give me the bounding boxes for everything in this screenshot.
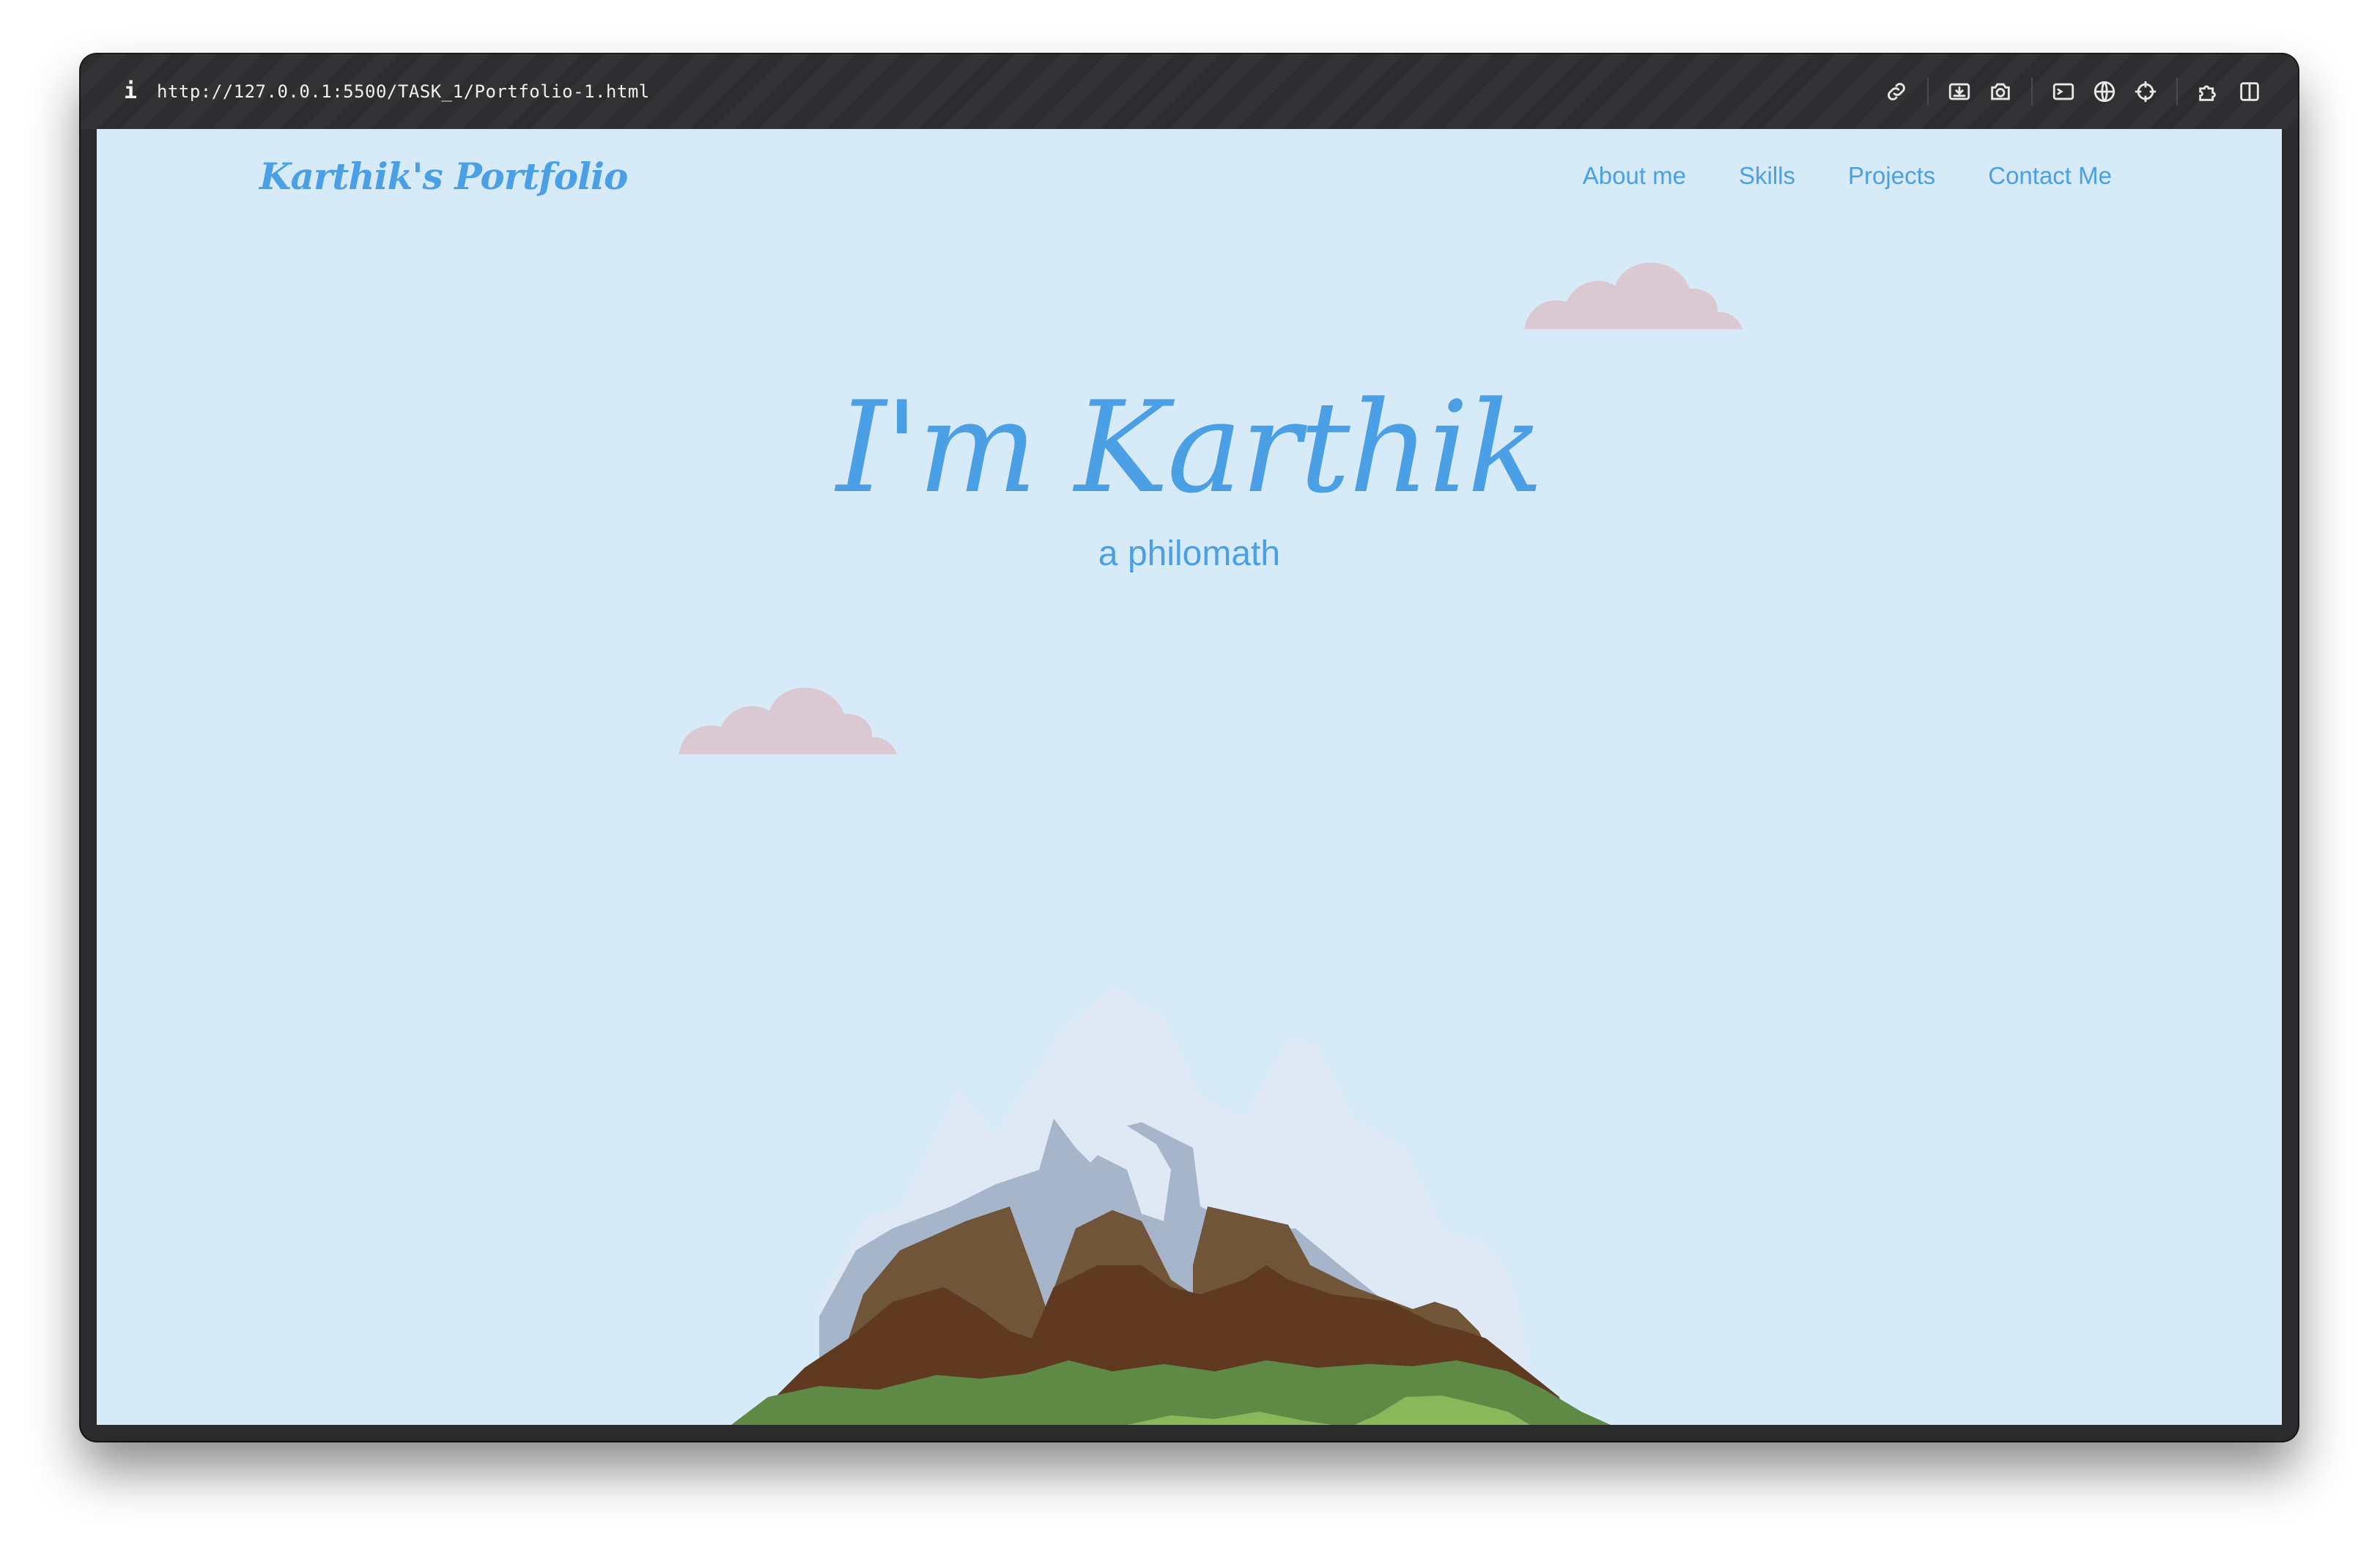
page-viewport: Karthik's Portfolio About me Skills Proj… <box>97 129 2282 1425</box>
cloud-top-right <box>1524 262 1742 329</box>
toolbar-divider <box>2031 78 2033 106</box>
nav-about-me[interactable]: About me <box>1583 158 1686 194</box>
link-icon[interactable] <box>1876 71 1917 112</box>
nav-projects[interactable]: Projects <box>1848 158 1935 194</box>
screenshot-icon[interactable] <box>1939 71 1980 112</box>
crosshair-icon[interactable] <box>2125 71 2166 112</box>
nav-contact-me[interactable]: Contact Me <box>1988 158 2112 194</box>
terminal-icon[interactable] <box>2043 71 2084 112</box>
nav-skills[interactable]: Skills <box>1739 158 1795 194</box>
camera-icon[interactable] <box>1980 71 2021 112</box>
url-bar[interactable]: http://127.0.0.1:5500/TASK_1/Portfolio-1… <box>157 78 650 105</box>
mountain-illustration <box>731 987 1611 1425</box>
cloud-bottom-left <box>679 688 897 754</box>
toolbar-divider <box>2176 78 2178 106</box>
info-icon[interactable]: i <box>122 79 139 104</box>
browser-window: i http://127.0.0.1:5500/TASK_1/Portfolio… <box>81 54 2298 1441</box>
site-nav: About me Skills Projects Contact Me <box>1583 158 2112 194</box>
globe-icon[interactable] <box>2084 71 2125 112</box>
site-brand[interactable]: Karthik's Portfolio <box>259 151 628 202</box>
hero-subtitle: a philomath <box>1098 534 1281 573</box>
sidebar-icon[interactable] <box>2229 71 2270 112</box>
toolbar-divider <box>1927 78 1929 106</box>
extensions-icon[interactable] <box>2188 71 2229 112</box>
toolbar-icons <box>1876 70 2270 113</box>
browser-toolbar: i http://127.0.0.1:5500/TASK_1/Portfolio… <box>81 54 2298 129</box>
hero-title: I'm Karthik <box>836 374 1543 521</box>
